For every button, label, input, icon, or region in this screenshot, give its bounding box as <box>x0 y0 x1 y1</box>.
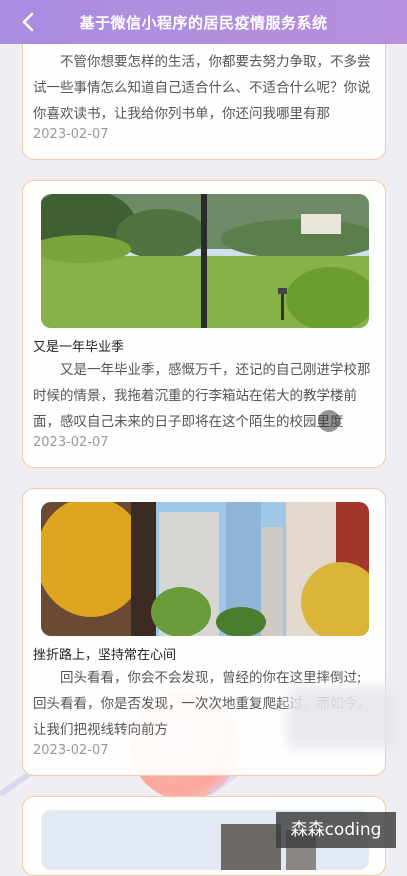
article-date: 2023-02-07 <box>33 127 109 142</box>
article-card[interactable]: 不管你想要怎样的生活，你都要去努力争取，不多尝试一些事情怎么知道自己适合什么、不… <box>22 30 386 160</box>
park-photo <box>41 194 369 328</box>
article-title: 又是一年毕业季 <box>33 340 125 355</box>
article-image <box>41 194 369 328</box>
watermark-text: CSD <box>249 830 277 845</box>
article-title: 挫折路上，坚持常在心间 <box>33 648 177 663</box>
article-date: 2023-02-07 <box>33 743 109 758</box>
chevron-left-icon[interactable] <box>18 10 40 34</box>
article-image <box>41 502 369 636</box>
buildings-photo <box>41 502 369 636</box>
article-body: 不管你想要怎样的生活，你都要去努力争取，不多尝试一些事情怎么知道自己适合什么、不… <box>33 54 371 122</box>
nav-bar: 基于微信小程序的居民疫情服务系统 <box>0 0 407 44</box>
touch-indicator <box>318 410 340 432</box>
article-date: 2023-02-07 <box>33 435 109 450</box>
watermark-brand: 森森coding <box>276 812 396 848</box>
blur-overlay <box>288 688 398 748</box>
page-title: 基于微信小程序的居民疫情服务系统 <box>79 13 328 32</box>
